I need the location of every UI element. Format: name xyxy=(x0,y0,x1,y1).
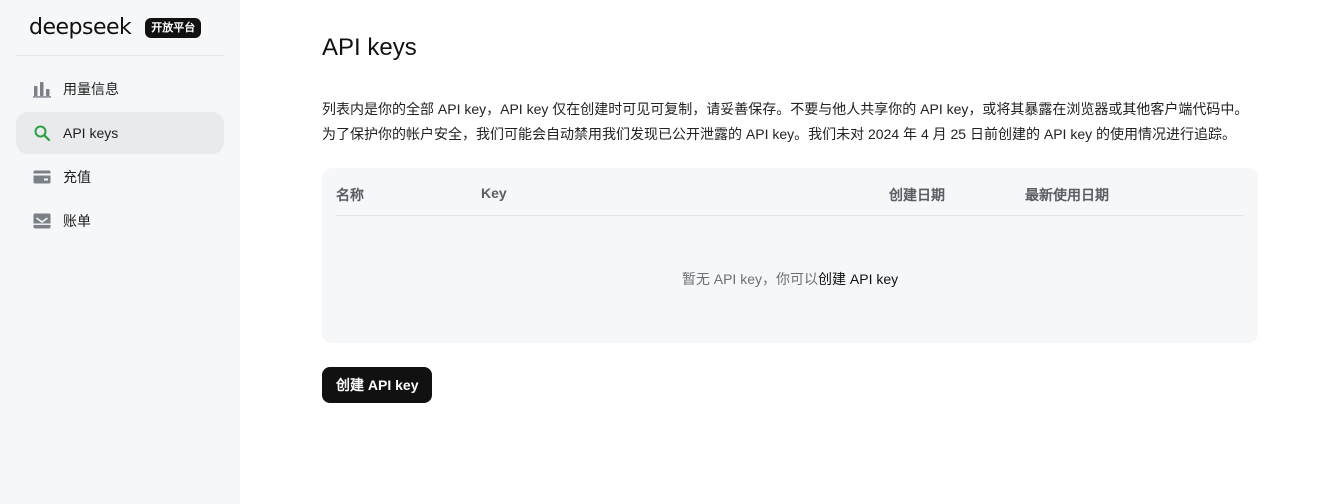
empty-state: 暂无 API key，你可以创建 API key xyxy=(322,269,1258,289)
sidebar-item-label: API keys xyxy=(63,125,119,141)
column-header-created: 创建日期 xyxy=(889,187,945,203)
card-icon xyxy=(33,168,51,186)
brand: deepseek 开放平台 xyxy=(16,0,224,56)
column-header-name: 名称 xyxy=(336,187,364,203)
inbox-icon xyxy=(33,212,51,230)
table-header: 名称 Key 创建日期 最新使用日期 xyxy=(336,168,1244,216)
sidebar: deepseek 开放平台 用量信息 API keys 充值 账单 xyxy=(0,0,240,504)
sidebar-item-billing[interactable]: 账单 xyxy=(16,200,224,242)
platform-badge: 开放平台 xyxy=(145,17,202,38)
api-keys-table: 名称 Key 创建日期 最新使用日期 暂无 API key，你可以创建 API … xyxy=(322,168,1258,343)
search-icon xyxy=(33,124,51,142)
main-content: API keys 列表内是你的全部 API key，API key 仅在创建时可… xyxy=(240,0,1340,504)
brand-logo[interactable]: deepseek xyxy=(29,15,132,40)
sidebar-item-label: 账单 xyxy=(63,213,91,229)
description-line-2: 为了保护你的帐户安全，我们可能会自动禁用我们发现已公开泄露的 API key。我… xyxy=(322,126,1236,142)
sidebar-nav: 用量信息 API keys 充值 账单 xyxy=(16,68,224,242)
sidebar-item-label: 用量信息 xyxy=(63,81,119,97)
page-description: 列表内是你的全部 API key，API key 仅在创建时可见可复制，请妥善保… xyxy=(322,97,1262,147)
empty-state-text: 暂无 API key，你可以 xyxy=(681,271,818,287)
description-line-1: 列表内是你的全部 API key，API key 仅在创建时可见可复制，请妥善保… xyxy=(322,101,1249,117)
app-root: deepseek 开放平台 用量信息 API keys 充值 账单 API ke… xyxy=(0,0,1340,504)
sidebar-item-label: 充值 xyxy=(63,169,91,185)
create-api-key-button[interactable]: 创建 API key xyxy=(322,367,433,403)
sidebar-item-usage[interactable]: 用量信息 xyxy=(16,68,224,110)
page-title: API keys xyxy=(322,34,417,61)
bar-chart-icon xyxy=(33,80,51,98)
column-header-key: Key xyxy=(481,185,507,201)
sidebar-item-recharge[interactable]: 充值 xyxy=(16,156,224,198)
column-header-last-used: 最新使用日期 xyxy=(1025,187,1109,203)
sidebar-item-api-keys[interactable]: API keys xyxy=(16,112,224,154)
create-api-key-link[interactable]: 创建 API key xyxy=(818,271,898,287)
